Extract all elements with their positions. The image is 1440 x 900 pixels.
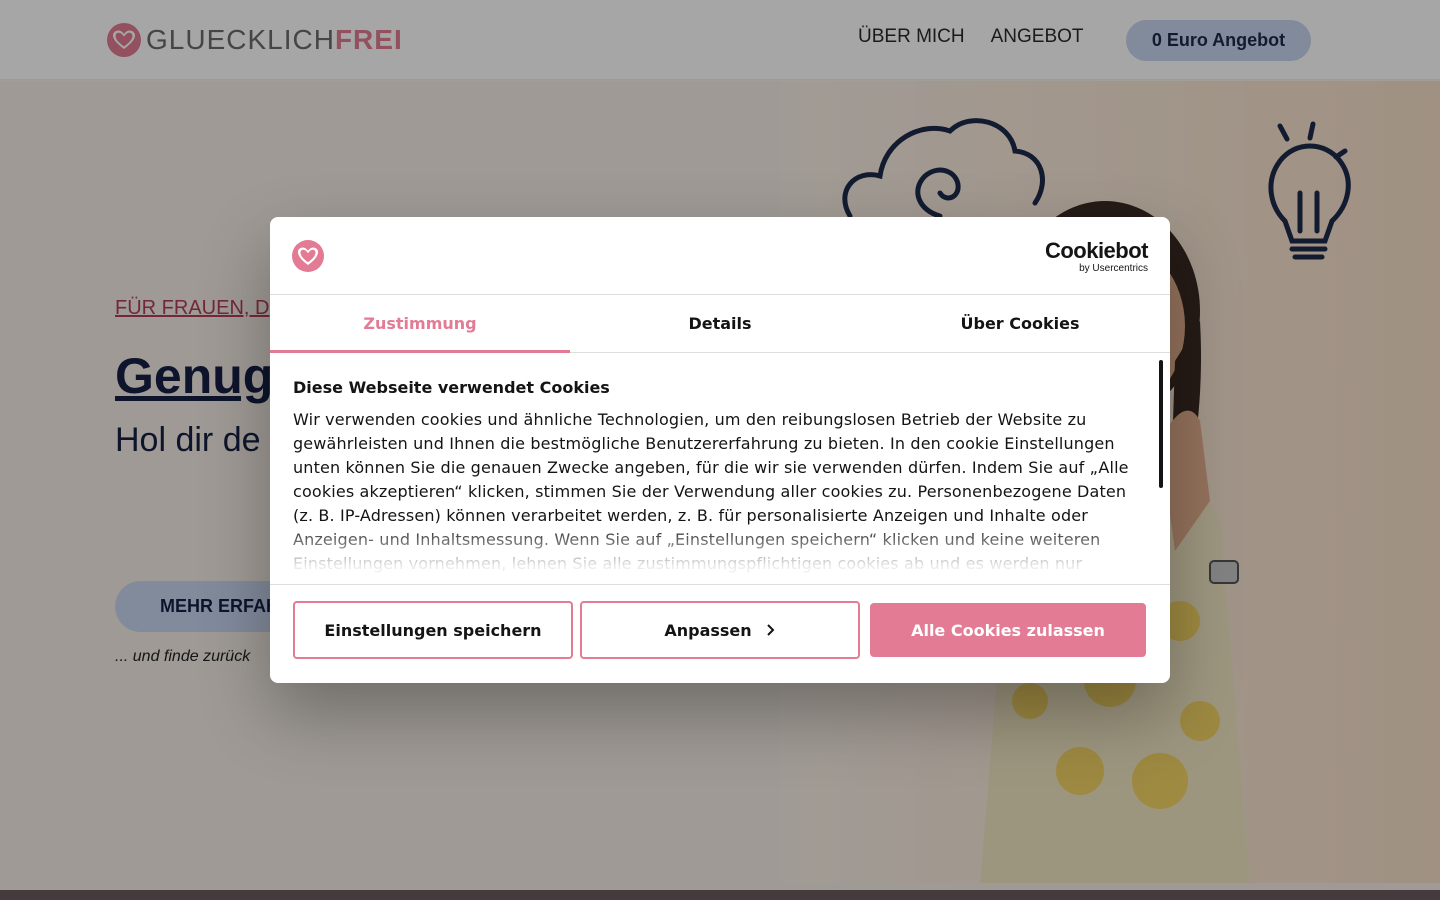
dialog-tabs: Zustimmung Details Über Cookies [270,295,1170,353]
tab-details[interactable]: Details [570,295,870,352]
heart-logo-icon [292,240,324,272]
cookiebot-logo-text: Cookiebot [1044,238,1149,263]
customize-button[interactable]: Anpassen [580,601,860,659]
cookie-consent-dialog: Cookiebot by Usercentrics Zustimmung Det… [270,217,1170,683]
chevron-right-icon [766,624,775,636]
tab-ueber-cookies[interactable]: Über Cookies [870,295,1170,352]
dialog-header: Cookiebot by Usercentrics [270,217,1170,295]
allow-all-cookies-button[interactable]: Alle Cookies zulassen [870,603,1146,657]
customize-button-label: Anpassen [664,620,752,640]
cookiebot-by-text: by Usercentrics [1079,263,1148,274]
dialog-scrollbar[interactable] [1159,360,1163,488]
cookiebot-brand[interactable]: Cookiebot by Usercentrics [1044,238,1149,275]
dialog-footer: Einstellungen speichern Anpassen Alle Co… [270,584,1170,683]
consent-heading: Diese Webseite verwendet Cookies [293,378,610,397]
tab-zustimmung[interactable]: Zustimmung [270,295,570,353]
text-fade [270,524,1150,584]
dialog-body: Diese Webseite verwendet Cookies Wir ver… [270,354,1170,584]
save-settings-button[interactable]: Einstellungen speichern [293,601,573,659]
